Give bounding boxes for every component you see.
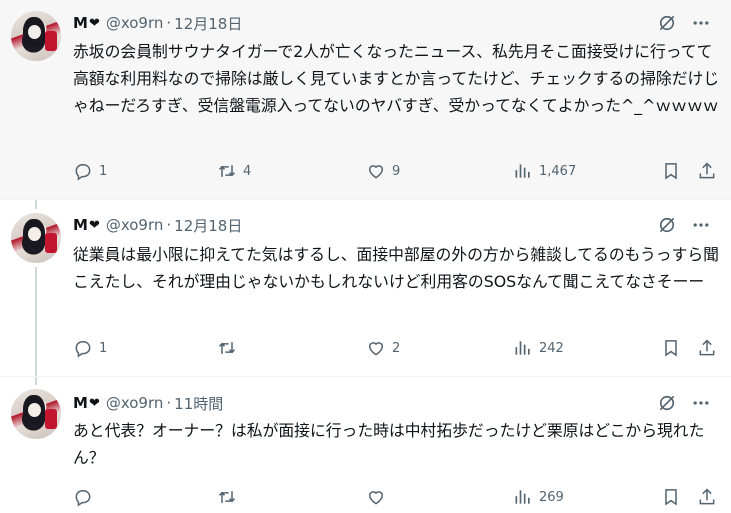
tweet[interactable]: M ❤ @xo9rn · 11時間 あと代表？オーナー？は私が面接に行った時は中… — [0, 376, 731, 513]
more-icon[interactable] — [691, 215, 711, 235]
user-handle[interactable]: @xo9rn — [106, 394, 164, 412]
share-icon — [699, 162, 715, 179]
like-button[interactable] — [366, 485, 392, 509]
share-button[interactable] — [697, 336, 717, 360]
reply-count: 1 — [99, 163, 108, 179]
bookmark-icon — [665, 163, 677, 180]
repost-icon — [218, 491, 236, 503]
repost-button[interactable] — [217, 485, 243, 509]
like-count: 2 — [392, 340, 401, 356]
reply-count: 1 — [99, 340, 108, 356]
reply-button[interactable]: 1 — [73, 159, 107, 183]
tweet-header: M ❤ @xo9rn · 12月18日 — [73, 214, 721, 236]
like-icon — [368, 342, 384, 356]
repost-count: 4 — [243, 163, 252, 179]
more-icon[interactable] — [691, 393, 711, 413]
heart-emoji: ❤ — [88, 217, 100, 233]
grok-icon[interactable] — [657, 13, 677, 33]
separator: · — [166, 216, 172, 234]
tweet[interactable]: M ❤ @xo9rn · 12月18日 従業員は最小限に抑えてた気はするし、面接… — [0, 199, 731, 376]
timestamp[interactable]: 12月18日 — [174, 215, 242, 236]
action-bar: 1 4 9 1,467 — [73, 159, 721, 183]
display-name[interactable]: M — [73, 216, 88, 234]
like-icon — [368, 491, 384, 505]
heart-emoji: ❤ — [88, 395, 100, 411]
reply-icon — [75, 341, 91, 358]
display-name[interactable]: M — [73, 14, 88, 32]
avatar[interactable] — [11, 11, 61, 61]
action-bar: 269 — [73, 485, 721, 509]
tweet-header: M ❤ @xo9rn · 12月18日 — [73, 12, 721, 34]
action-bar: 1 2 242 — [73, 336, 721, 360]
timestamp[interactable]: 12月18日 — [174, 13, 242, 34]
share-icon — [699, 339, 715, 356]
like-button[interactable]: 9 — [366, 159, 400, 183]
views-count: 1,467 — [539, 163, 577, 179]
user-handle[interactable]: @xo9rn — [106, 14, 164, 32]
more-icon[interactable] — [691, 13, 711, 33]
tweet-text: あと代表？オーナー？は私が面接に行った時は中村拓歩だったけど栗原はどこから現れた… — [73, 421, 705, 467]
repost-icon — [218, 165, 236, 177]
reply-button[interactable] — [73, 485, 99, 509]
share-button[interactable] — [697, 485, 717, 509]
reply-button[interactable]: 1 — [73, 336, 107, 360]
views-button[interactable]: 242 — [513, 336, 564, 360]
views-button[interactable]: 1,467 — [513, 159, 576, 183]
share-icon — [699, 488, 715, 505]
tweet[interactable]: M ❤ @xo9rn · 12月18日 赤坂の会員制サウナタイガーで2人が亡くな… — [0, 0, 731, 199]
display-name[interactable]: M — [73, 394, 88, 412]
tweet-text: 従業員は最小限に抑えてた気はするし、面接中部屋の外の方から雑談してるのもうっすら… — [73, 245, 719, 291]
tweet-header: M ❤ @xo9rn · 11時間 — [73, 392, 721, 414]
views-count: 269 — [539, 489, 564, 505]
repost-icon — [218, 342, 236, 354]
grok-icon[interactable] — [657, 215, 677, 235]
like-icon — [368, 165, 384, 179]
tweet-text: 赤坂の会員制サウナタイガーで2人が亡くなったニュース、私先月そこ面接受けに行って… — [73, 42, 720, 115]
views-icon — [515, 164, 530, 178]
separator: · — [166, 394, 172, 412]
repost-button[interactable] — [217, 336, 243, 360]
grok-icon[interactable] — [657, 393, 677, 413]
bookmark-button[interactable] — [661, 336, 681, 360]
views-icon — [515, 490, 530, 504]
bookmark-button[interactable] — [661, 485, 681, 509]
user-handle[interactable]: @xo9rn — [106, 216, 164, 234]
avatar[interactable] — [11, 213, 61, 263]
heart-emoji: ❤ — [88, 15, 100, 31]
reply-icon — [75, 164, 91, 181]
avatar[interactable] — [11, 389, 61, 439]
bookmark-icon — [665, 340, 677, 357]
share-button[interactable] — [697, 159, 717, 183]
like-button[interactable]: 2 — [366, 336, 400, 360]
bookmark-icon — [665, 489, 677, 506]
reply-icon — [75, 490, 91, 507]
repost-button[interactable]: 4 — [217, 159, 251, 183]
like-count: 9 — [392, 163, 401, 179]
timestamp[interactable]: 11時間 — [174, 393, 223, 414]
views-button[interactable]: 269 — [513, 485, 564, 509]
views-count: 242 — [539, 340, 564, 356]
separator: · — [166, 14, 172, 32]
views-icon — [515, 341, 530, 355]
bookmark-button[interactable] — [661, 159, 681, 183]
